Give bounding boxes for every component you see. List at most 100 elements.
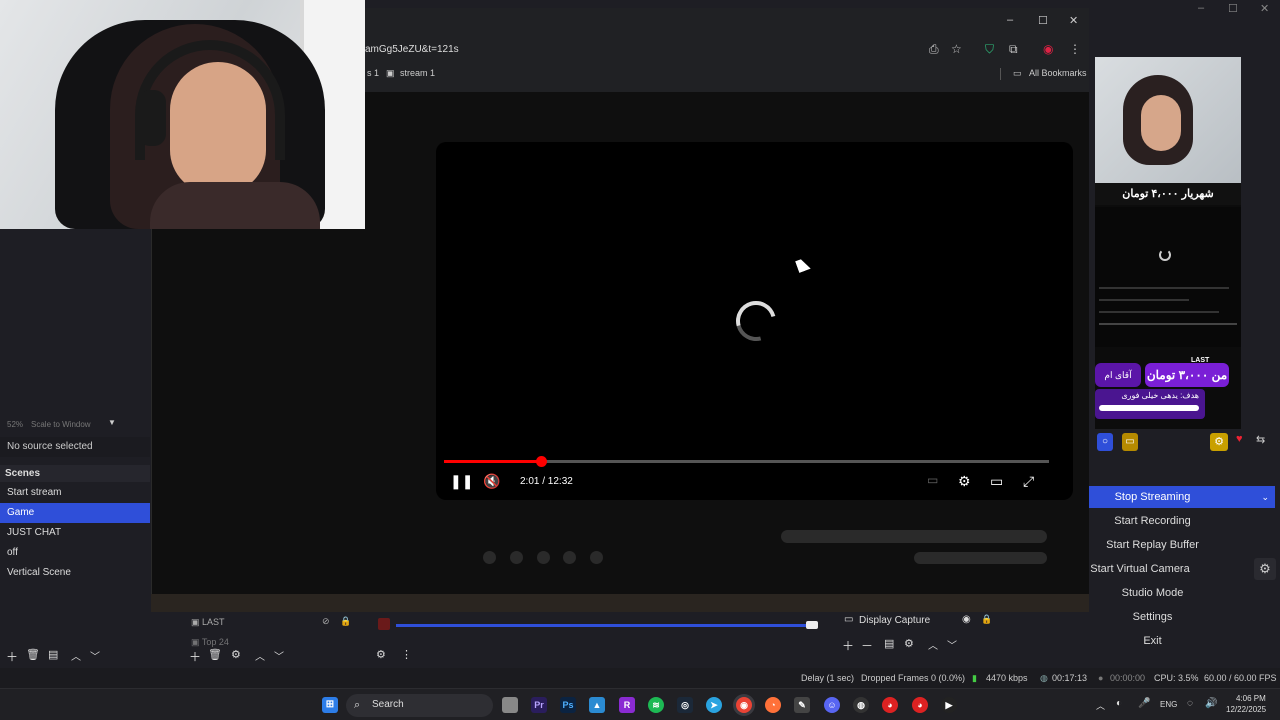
install-app-icon[interactable]: ⎙ bbox=[929, 42, 939, 57]
trash-icon[interactable]: 🗑 bbox=[26, 648, 40, 661]
skeleton-dot bbox=[590, 551, 603, 564]
spotify-icon[interactable]: ≋ bbox=[648, 697, 664, 713]
down-icon[interactable]: ﹀ bbox=[947, 637, 957, 652]
discord-icon[interactable]: ☺ bbox=[824, 697, 840, 713]
more-options-icon[interactable]: ⋮ bbox=[401, 648, 412, 661]
source-down-icon[interactable]: ﹀ bbox=[274, 648, 284, 663]
source-item-top[interactable]: ▣ Top 24 bbox=[191, 637, 229, 648]
microphone-icon[interactable]: 🎤 bbox=[1138, 698, 1150, 709]
task-view-icon[interactable] bbox=[502, 697, 518, 713]
minus-icon[interactable]: － bbox=[861, 637, 873, 654]
blue-circle-icon[interactable]: ○ bbox=[1097, 433, 1113, 451]
firefox-icon[interactable]: ◔ bbox=[765, 697, 781, 713]
lock-icon[interactable]: 🔒 bbox=[340, 616, 351, 627]
add-icon[interactable]: ＋ bbox=[842, 637, 854, 654]
lock-icon[interactable]: 🔒 bbox=[981, 614, 992, 625]
folder-icon: ▭ bbox=[1013, 68, 1022, 78]
progress-handle[interactable] bbox=[536, 456, 547, 467]
close-icon[interactable]: ✕ bbox=[1260, 2, 1269, 15]
mute-indicator[interactable] bbox=[378, 618, 390, 630]
source-settings-icon[interactable]: ⚙ bbox=[231, 648, 241, 661]
chrome-icon[interactable]: ◉ bbox=[736, 697, 752, 713]
heart-icon[interactable]: ♥ bbox=[1236, 433, 1250, 453]
network-icon[interactable]: ◌ bbox=[1187, 698, 1193, 709]
volume-icon[interactable]: 🔊 bbox=[1205, 698, 1217, 709]
r-app-icon[interactable]: R bbox=[619, 697, 635, 713]
settings-gear-icon[interactable]: ⚙ bbox=[1210, 433, 1228, 451]
browser-window: – ☐ ✕ amGg5JeZU&t=121s ⎙ ☆ ⛉ ⧉ ◉ ⋮ s 1 ▣… bbox=[365, 8, 1089, 92]
photoshop-icon[interactable]: Ps bbox=[560, 697, 576, 713]
tray-app-icon[interactable]: ◐ bbox=[1116, 698, 1122, 709]
virtual-camera-settings-icon[interactable]: ⚙ bbox=[1254, 558, 1276, 580]
obs-icon[interactable]: ◍ bbox=[853, 697, 869, 713]
mixer-settings-icon[interactable]: ⚙ bbox=[376, 648, 386, 661]
move-up-icon[interactable]: ︿ bbox=[71, 648, 81, 663]
skeleton-dot bbox=[563, 551, 576, 564]
premiere-icon[interactable]: Pr bbox=[531, 697, 547, 713]
theater-mode-icon[interactable]: ▭ bbox=[990, 473, 1003, 490]
bookmark-stream-icon: ▣ bbox=[386, 68, 395, 78]
mute-icon[interactable]: 🔇 bbox=[483, 473, 500, 490]
media-player-icon[interactable]: ▶ bbox=[941, 697, 957, 713]
scene-item-vertical-scene[interactable]: Vertical Scene bbox=[0, 563, 150, 583]
exit-button[interactable]: Exit bbox=[1030, 630, 1275, 652]
scene-item-start-stream[interactable]: Start stream bbox=[0, 483, 150, 503]
filter-icon[interactable]: ▤ bbox=[884, 637, 894, 650]
folder-icon[interactable]: ▭ bbox=[1122, 433, 1138, 451]
bookmark-stream-1[interactable]: stream 1 bbox=[400, 68, 435, 78]
move-down-icon[interactable]: ﹀ bbox=[90, 648, 100, 663]
red-app-2-icon[interactable]: ◕ bbox=[912, 697, 928, 713]
steam-icon[interactable]: ◎ bbox=[677, 697, 693, 713]
scene-item-just-chat[interactable]: JUST CHAT bbox=[0, 523, 150, 543]
skeleton-bar bbox=[781, 530, 1047, 543]
minimize-icon[interactable]: – bbox=[1198, 2, 1204, 14]
close-icon[interactable]: ✕ bbox=[1069, 14, 1078, 27]
tray-chevron-icon[interactable]: ︿ bbox=[1096, 699, 1105, 712]
settings-gear-icon[interactable]: ⚙ bbox=[958, 473, 971, 490]
telegram-icon[interactable]: ➤ bbox=[706, 697, 722, 713]
dropdown-arrow-icon[interactable]: ▼ bbox=[108, 418, 116, 427]
bookmark-item[interactable]: s 1 bbox=[367, 68, 379, 78]
clock-time[interactable]: 4:06 PM bbox=[1236, 694, 1266, 703]
maximize-icon[interactable]: ☐ bbox=[1038, 14, 1048, 27]
fullscreen-icon[interactable]: ⤢ bbox=[1023, 473, 1034, 490]
star-icon[interactable]: ☆ bbox=[951, 42, 962, 56]
remove-source-icon[interactable]: 🗑 bbox=[208, 648, 222, 661]
maximize-icon[interactable]: ☐ bbox=[1228, 2, 1238, 15]
share-icon[interactable]: ⇆ bbox=[1256, 433, 1270, 453]
scene-item-off[interactable]: off bbox=[0, 543, 150, 563]
all-bookmarks[interactable]: All Bookmarks bbox=[1029, 68, 1087, 78]
clock-date[interactable]: 12/22/2025 bbox=[1226, 705, 1266, 714]
windows-start-icon[interactable]: ⊞ bbox=[322, 697, 338, 713]
minimize-icon[interactable]: – bbox=[1007, 14, 1013, 26]
eye-icon[interactable]: ◉ bbox=[962, 614, 971, 625]
language-indicator[interactable]: ENG bbox=[1160, 700, 1177, 709]
subtitles-icon[interactable]: ▭ bbox=[927, 473, 938, 487]
scale-mode-select[interactable]: Scale to Window bbox=[31, 420, 91, 429]
display-capture-item[interactable]: ▭ Display Capture ◉ 🔒 bbox=[842, 612, 1007, 630]
profile-avatar[interactable]: ◉ bbox=[1043, 42, 1053, 56]
shield-extension-icon[interactable]: ⛉ bbox=[985, 42, 994, 57]
taskbar-search[interactable]: ⌕ Search bbox=[346, 694, 493, 717]
hidden-eye-icon[interactable]: ⊘ bbox=[322, 616, 330, 627]
preview-donation-top: شهریار ۴،۰۰۰ تومان bbox=[1095, 183, 1241, 205]
pause-icon[interactable]: ❚❚ bbox=[450, 473, 473, 490]
add-source-icon[interactable]: ＋ bbox=[189, 648, 201, 665]
signal-icon: ▮ bbox=[972, 673, 977, 683]
photos-icon[interactable]: ▲ bbox=[589, 697, 605, 713]
filter-icon[interactable]: ▤ bbox=[48, 648, 58, 661]
volume-slider-handle[interactable] bbox=[806, 621, 818, 629]
source-label: LAST bbox=[202, 617, 225, 627]
add-scene-icon[interactable]: ＋ bbox=[6, 648, 18, 665]
settings-icon[interactable]: ⚙ bbox=[904, 637, 914, 650]
extensions-icon[interactable]: ⧉ bbox=[1009, 42, 1018, 57]
address-bar[interactable]: amGg5JeZU&t=121s bbox=[365, 40, 985, 60]
source-item-last[interactable]: ▣ LAST bbox=[191, 617, 225, 628]
up-icon[interactable]: ︿ bbox=[928, 637, 938, 652]
source-up-icon[interactable]: ︿ bbox=[255, 648, 265, 663]
scene-item-game[interactable]: Game bbox=[0, 503, 150, 523]
menu-dots-icon[interactable]: ⋮ bbox=[1069, 42, 1081, 56]
volume-slider[interactable] bbox=[396, 624, 816, 627]
pen-tool-icon[interactable]: ✎ bbox=[794, 697, 810, 713]
red-app-icon[interactable]: ◕ bbox=[882, 697, 898, 713]
